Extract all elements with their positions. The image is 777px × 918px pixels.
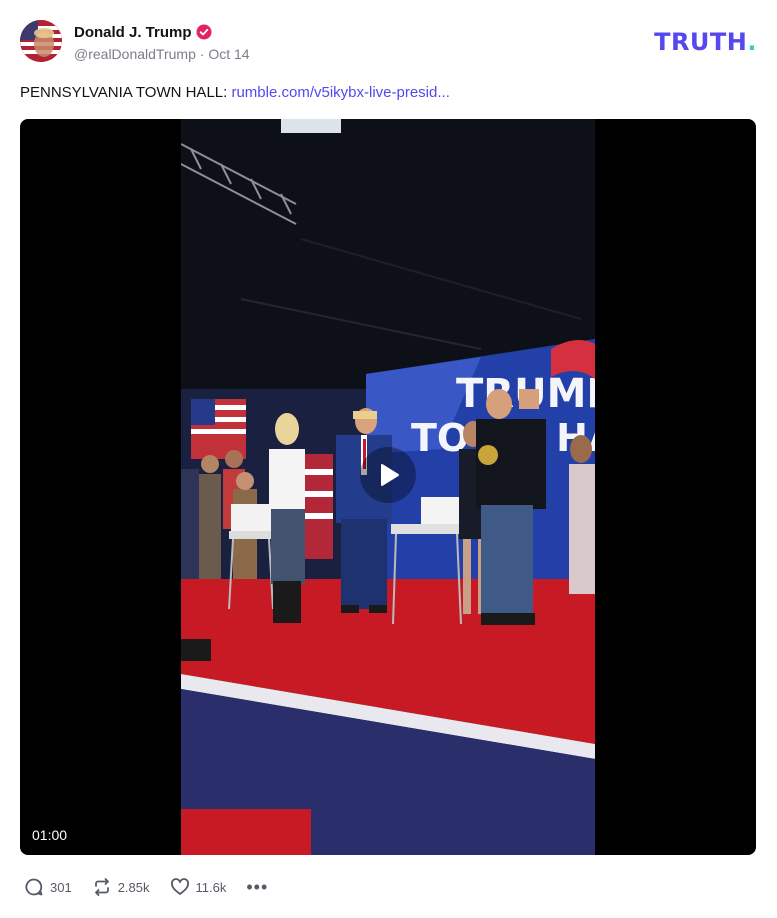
logo-text: TRUTH bbox=[654, 28, 748, 56]
more-icon[interactable]: ••• bbox=[246, 878, 268, 896]
video-duration: 01:00 bbox=[32, 827, 68, 843]
heart-icon bbox=[170, 878, 189, 895]
verified-badge-icon bbox=[196, 24, 212, 40]
author-name[interactable]: Donald J. Trump bbox=[74, 24, 192, 41]
retruth-icon bbox=[94, 878, 109, 896]
reply-button[interactable]: 301 bbox=[24, 877, 72, 897]
like-count: 11.6k bbox=[195, 879, 227, 895]
post-actions: 301 2.85k 11.6k ••• bbox=[24, 876, 268, 898]
retruth-count: 2.85k bbox=[117, 879, 150, 895]
post-text: PENNSYLVANIA TOWN HALL: rumble.com/v5iky… bbox=[20, 84, 450, 101]
truth-post: Donald J. Trump @realDonaldTrump · Oct 1… bbox=[0, 0, 777, 918]
play-button[interactable] bbox=[360, 447, 416, 503]
truth-logo[interactable]: TRUTH. bbox=[654, 28, 757, 56]
person-suit bbox=[336, 408, 392, 613]
avatar-image bbox=[20, 20, 62, 62]
play-icon bbox=[381, 464, 399, 486]
post-link[interactable]: rumble.com/v5ikybx-live-presid... bbox=[231, 84, 449, 101]
author-info: Donald J. Trump @realDonaldTrump · Oct 1… bbox=[74, 22, 250, 63]
post-date[interactable]: Oct 14 bbox=[208, 46, 249, 62]
meta-separator: · bbox=[199, 46, 205, 62]
reply-count: 301 bbox=[50, 879, 72, 895]
like-button[interactable]: 11.6k bbox=[170, 877, 227, 897]
author-meta: @realDonaldTrump · Oct 14 bbox=[74, 46, 250, 62]
author-avatar[interactable] bbox=[20, 20, 62, 62]
video-player[interactable]: TRUMP TOWN HA bbox=[20, 119, 756, 855]
comment-icon bbox=[25, 878, 43, 896]
retruth-button[interactable]: 2.85k bbox=[92, 877, 150, 897]
author-handle[interactable]: @realDonaldTrump bbox=[74, 46, 196, 62]
logo-dot: . bbox=[747, 28, 757, 56]
post-text-prefix: PENNSYLVANIA TOWN HALL: bbox=[20, 84, 232, 101]
